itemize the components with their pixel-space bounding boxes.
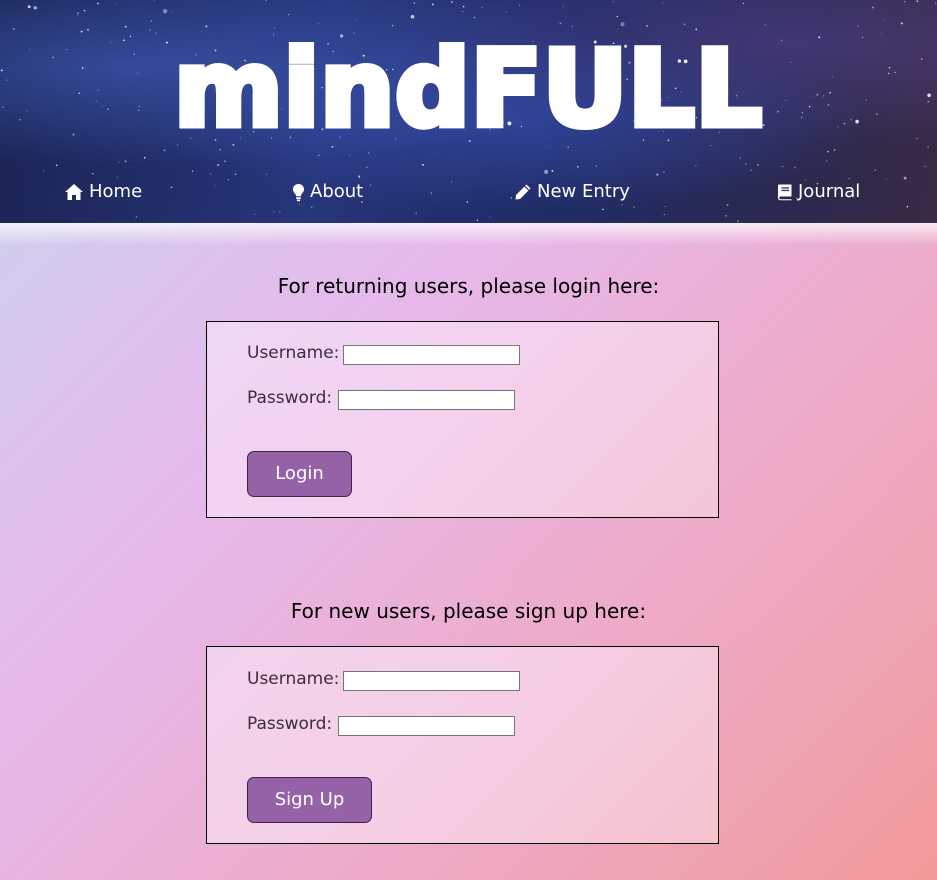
login-button[interactable]: Login — [247, 451, 352, 497]
signup-password-label: Password: — [247, 714, 333, 734]
login-password-label: Password: — [247, 388, 333, 408]
signup-username-input[interactable] — [343, 671, 520, 691]
nav-new-entry-label: New Entry — [537, 181, 630, 202]
signup-form: Username: Password: Sign Up — [206, 646, 719, 844]
nav-about-label: About — [310, 181, 364, 202]
header-divider — [0, 223, 937, 245]
signup-button[interactable]: Sign Up — [247, 777, 372, 823]
home-icon — [65, 184, 83, 200]
login-password-input[interactable] — [338, 390, 515, 410]
signup-username-label: Username: — [247, 669, 340, 689]
nav-about[interactable]: About — [292, 178, 363, 206]
login-username-input[interactable] — [343, 345, 520, 365]
login-heading: For returning users, please login here: — [277, 274, 660, 298]
book-icon — [778, 184, 792, 201]
login-form: Username: Password: Login — [206, 321, 719, 518]
nav-journal[interactable]: Journal — [777, 178, 860, 206]
nav-new-entry[interactable]: New Entry — [514, 178, 630, 206]
nav-journal-label: Journal — [798, 181, 861, 202]
site-header: mindFULL Home About New Entry Journal — [0, 0, 937, 223]
signup-password-input[interactable] — [338, 716, 515, 736]
nav-home-label: Home — [89, 181, 143, 202]
login-username-label: Username: — [247, 343, 340, 363]
nav-home[interactable]: Home — [64, 178, 142, 206]
signup-heading: For new users, please sign up here: — [290, 599, 647, 623]
pencil-icon — [515, 184, 531, 200]
site-logo[interactable]: mindFULL — [0, 24, 937, 154]
lightbulb-icon — [293, 183, 304, 201]
